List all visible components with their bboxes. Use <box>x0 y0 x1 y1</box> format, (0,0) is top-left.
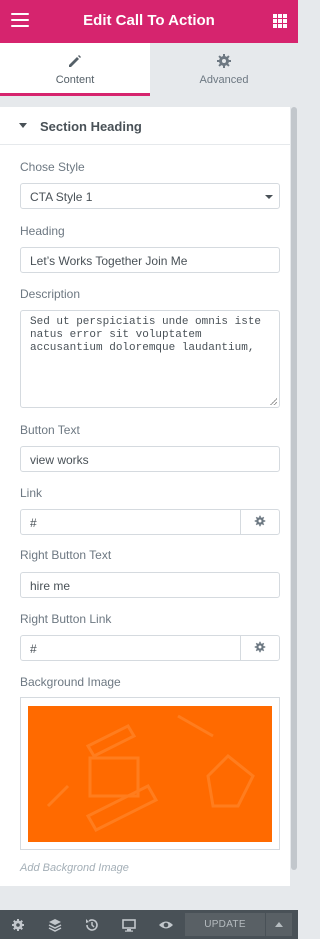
bg-image-picker[interactable] <box>20 697 280 850</box>
bg-image-label: Background Image <box>20 675 121 689</box>
layers-icon[interactable] <box>47 917 63 933</box>
header-bar: Edit Call To Action <box>0 0 298 43</box>
tab-advanced-label: Advanced <box>199 74 249 86</box>
link-input[interactable]: # <box>30 516 37 530</box>
chevron-up-icon <box>275 922 283 927</box>
history-icon[interactable] <box>84 917 100 933</box>
heading-input[interactable]: Let’s Works Together Join Me <box>20 247 280 273</box>
right-link-options-button[interactable] <box>240 636 279 660</box>
right-button-link-label: Right Button Link <box>20 612 112 626</box>
button-text-input[interactable]: view works <box>20 446 280 472</box>
chevron-down-icon <box>265 195 273 199</box>
resize-handle-icon[interactable] <box>270 398 277 405</box>
section-toggle[interactable]: Section Heading <box>0 107 290 145</box>
gear-icon <box>254 515 266 527</box>
settings-icon[interactable] <box>10 917 26 933</box>
right-button-link-input[interactable]: # <box>30 642 37 656</box>
style-select[interactable]: CTA Style 1 <box>20 183 280 209</box>
style-select-value: CTA Style 1 <box>30 190 93 204</box>
grid-icon[interactable] <box>273 14 287 28</box>
bg-image-hint: Add Backgrond Image <box>20 862 129 874</box>
description-text: Sed ut perspiciatis unde omnis iste natu… <box>30 316 262 354</box>
right-button-text-label: Right Button Text <box>20 548 112 562</box>
heading-label: Heading <box>20 224 65 238</box>
description-textarea[interactable]: Sed ut perspiciatis unde omnis iste natu… <box>20 310 280 408</box>
tab-bar: Content Advanced <box>0 43 298 96</box>
section-title: Section Heading <box>40 119 142 134</box>
tab-content-label: Content <box>55 74 95 86</box>
caret-down-icon <box>19 123 27 128</box>
link-field[interactable]: # <box>20 509 280 535</box>
right-button-link-field[interactable]: # <box>20 635 280 661</box>
tab-content[interactable]: Content <box>0 43 150 96</box>
preview-icon[interactable] <box>158 917 174 933</box>
description-label: Description <box>20 287 81 301</box>
right-button-text-input[interactable]: hire me <box>20 572 280 598</box>
scrollbar-thumb[interactable] <box>291 107 297 870</box>
gear-icon <box>254 641 266 653</box>
update-button[interactable]: UPDATE <box>185 913 265 936</box>
link-options-button[interactable] <box>240 510 279 534</box>
controls-panel: Section Heading Chose Style CTA Style 1 … <box>0 107 290 886</box>
button-text-label: Button Text <box>20 423 80 437</box>
panel-title: Edit Call To Action <box>83 12 215 29</box>
gear-icon <box>217 54 231 68</box>
bg-image-preview <box>28 706 272 842</box>
update-options-button[interactable] <box>266 913 292 936</box>
link-label: Link <box>20 486 43 500</box>
pencil-icon <box>69 55 81 67</box>
style-label: Chose Style <box>20 160 85 174</box>
clapperboard-pattern-icon <box>46 714 255 832</box>
responsive-icon[interactable] <box>121 917 137 933</box>
tab-advanced[interactable]: Advanced <box>150 43 298 96</box>
footer-bar: UPDATE <box>0 910 298 939</box>
